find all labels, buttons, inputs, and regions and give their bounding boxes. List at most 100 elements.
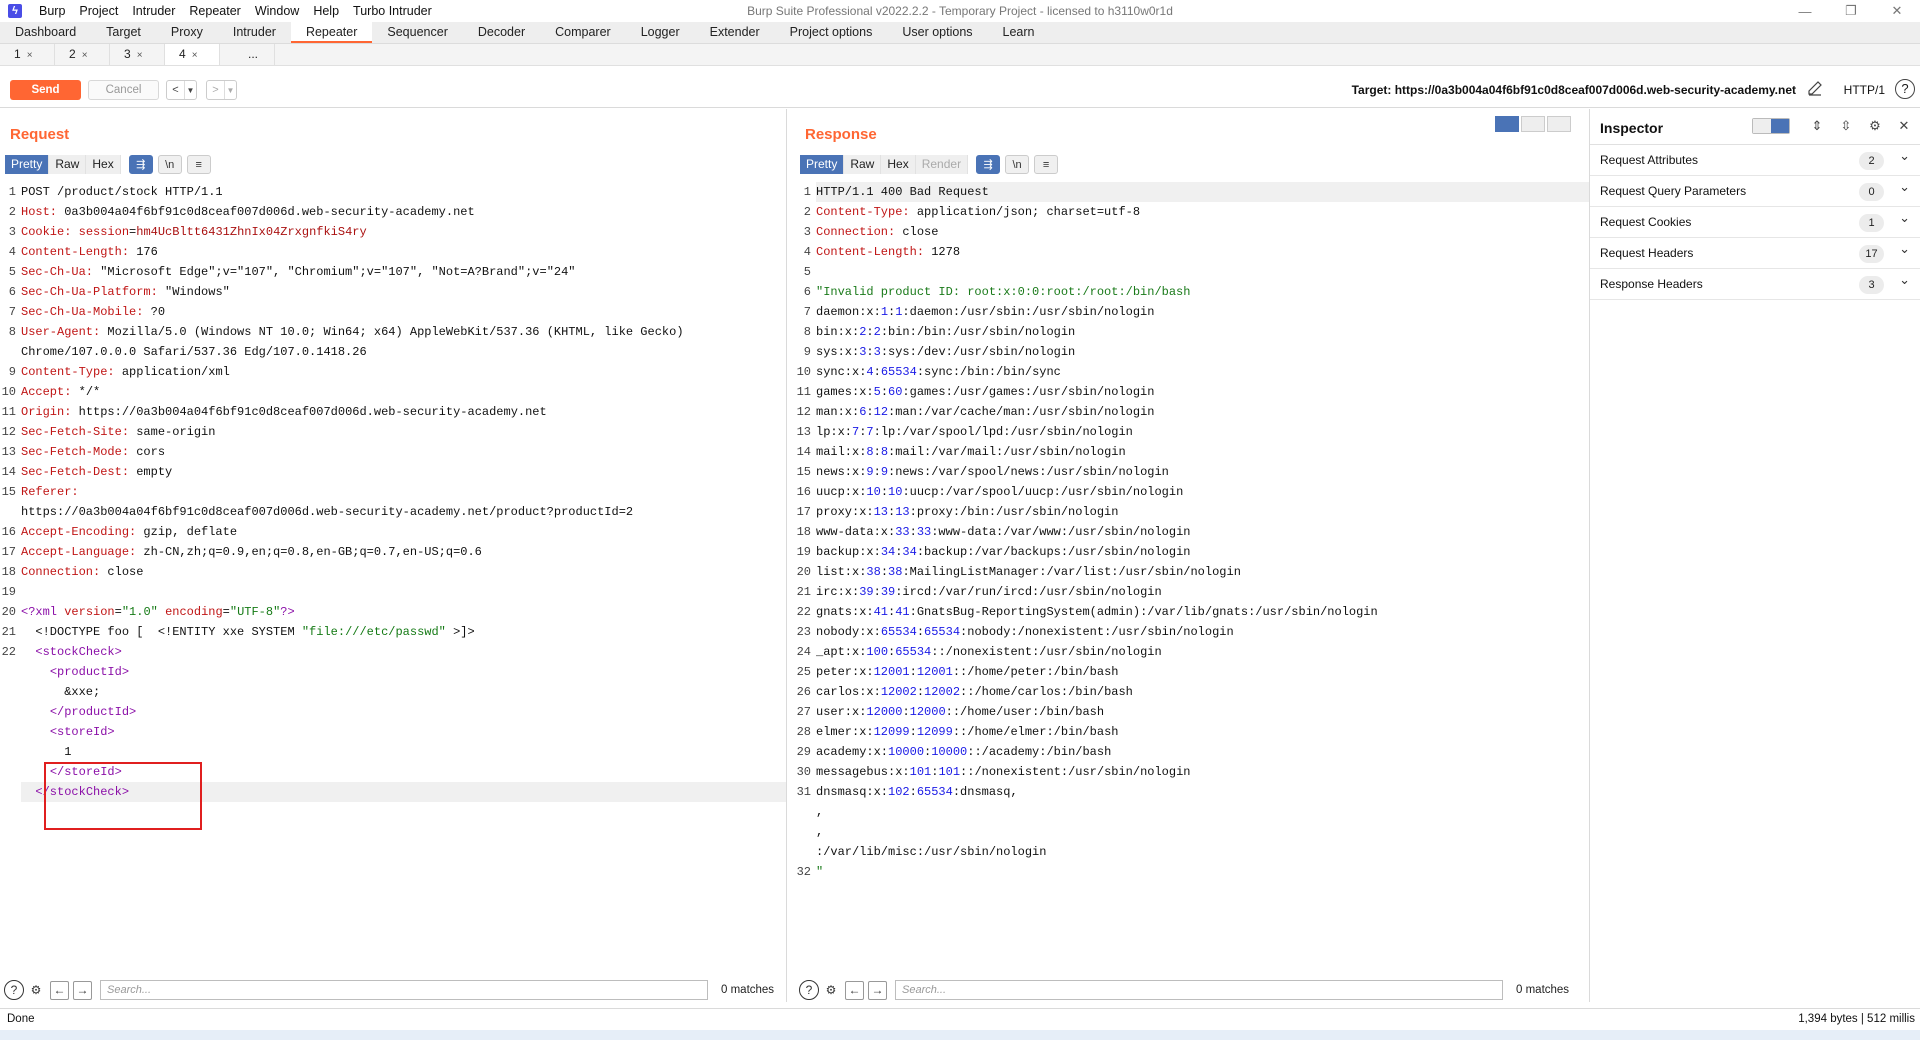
request-search-input[interactable]: Search... <box>100 980 708 1000</box>
maximize-icon[interactable]: ❐ <box>1828 0 1874 22</box>
arrow-right-icon[interactable]: > <box>207 81 224 99</box>
tab-project-options[interactable]: Project options <box>775 22 888 43</box>
arrow-left-icon[interactable]: ← <box>50 980 69 1000</box>
request-search-bar: ? ⚙ ← → Search... 0 matches <box>0 978 786 1002</box>
request-editor[interactable]: 1 POST /product/stock HTTP/1.1 2 Host: 0a3b… <box>0 182 786 802</box>
tab-extender[interactable]: Extender <box>695 22 775 43</box>
edit-pencil-icon[interactable] <box>1806 80 1824 98</box>
expand-all-icon[interactable]: ⇕ <box>1807 117 1827 135</box>
cancel-button[interactable]: Cancel <box>88 80 159 100</box>
layout-switch[interactable] <box>1493 116 1571 132</box>
help-icon[interactable]: ? <box>4 980 24 1000</box>
newline-icon[interactable]: \n <box>1005 155 1030 174</box>
response-view-hex[interactable]: Hex <box>881 155 916 174</box>
layout-list-icon[interactable] <box>1753 119 1771 133</box>
inspector-section-request-attributes[interactable]: Request Attributes 2 ⌄ <box>1590 145 1920 176</box>
response-view-render[interactable]: Render <box>915 155 969 174</box>
tab-sequencer[interactable]: Sequencer <box>372 22 462 43</box>
request-line: 15 Referer: <box>0 482 786 502</box>
arrow-right-icon[interactable]: → <box>868 980 887 1000</box>
request-view-pretty[interactable]: Pretty <box>5 155 50 174</box>
help-icon[interactable]: ? <box>1895 79 1915 99</box>
menu-item-burp[interactable]: Burp <box>32 4 72 18</box>
tab-comparer[interactable]: Comparer <box>540 22 626 43</box>
repeater-tab-label: 2 <box>69 47 76 61</box>
tabs-layout-icon[interactable] <box>1547 116 1571 132</box>
close-tab-icon[interactable]: × <box>192 50 198 61</box>
send-button[interactable]: Send <box>10 80 81 100</box>
history-back-group[interactable]: < ▼ <box>166 80 197 100</box>
repeater-tab-2[interactable]: 2 × <box>55 44 110 65</box>
settings-gear-icon[interactable]: ⚙ <box>26 980 46 1000</box>
tab-learn[interactable]: Learn <box>988 22 1050 43</box>
repeater-tab-1[interactable]: 1 × <box>0 44 55 65</box>
passwd-text: :daemon:/usr/sbin:/usr/sbin/nologin <box>902 305 1155 319</box>
tab-decoder[interactable]: Decoder <box>463 22 540 43</box>
chevron-down-icon[interactable]: ▼ <box>224 81 236 99</box>
xml-tag: <stockCheck> <box>35 645 122 659</box>
newline-icon[interactable]: \n <box>157 155 182 174</box>
menu-item-turbo-intruder[interactable]: Turbo Intruder <box>346 4 439 18</box>
chevron-down-icon[interactable]: ⌄ <box>1899 179 1910 195</box>
menu-icon[interactable]: ≡ <box>1034 155 1059 174</box>
close-tab-icon[interactable]: × <box>137 50 143 61</box>
close-icon[interactable]: ✕ <box>1874 0 1920 22</box>
minimize-icon[interactable]: — <box>1782 0 1828 22</box>
arrow-left-icon[interactable]: < <box>167 81 184 99</box>
chevron-down-icon[interactable]: ▼ <box>184 81 196 99</box>
settings-gear-icon[interactable]: ⚙ <box>821 980 841 1000</box>
line-content: Sec-Ch-Ua: "Microsoft Edge";v="107", "Ch… <box>21 262 786 282</box>
http-version[interactable]: HTTP/1 <box>1844 83 1885 97</box>
vertical-layout-icon[interactable] <box>1521 116 1545 132</box>
response-view-pretty[interactable]: Pretty <box>800 155 845 174</box>
tab-target[interactable]: Target <box>91 22 156 43</box>
chevron-down-icon[interactable]: ⌄ <box>1899 210 1910 226</box>
collapse-all-icon[interactable]: ⇳ <box>1836 117 1856 135</box>
inspector-section-request-cookies[interactable]: Request Cookies 1 ⌄ <box>1590 207 1920 238</box>
help-icon[interactable]: ? <box>799 980 819 1000</box>
tab-intruder[interactable]: Intruder <box>218 22 291 43</box>
response-search-input[interactable]: Search... <box>895 980 1503 1000</box>
repeater-tab-3[interactable]: 3 × <box>110 44 165 65</box>
layout-columns-icon[interactable] <box>1771 119 1789 133</box>
pane-splitter[interactable] <box>788 109 795 1002</box>
repeater-tab-4[interactable]: 4 × <box>165 44 220 65</box>
code-token: Chrome/107.0.0.0 Safari/537.36 Edg/107.0… <box>21 345 367 359</box>
inspector-layout-toggle[interactable] <box>1752 118 1790 134</box>
side-by-side-layout-icon[interactable] <box>1495 116 1519 132</box>
response-line: 32 " <box>795 862 1589 882</box>
arrow-right-icon[interactable]: → <box>73 980 92 1000</box>
repeater-tab-5[interactable]: ... <box>220 44 275 65</box>
menu-item-help[interactable]: Help <box>306 4 346 18</box>
request-view-raw[interactable]: Raw <box>49 155 87 174</box>
chevron-down-icon[interactable]: ⌄ <box>1899 241 1910 257</box>
header-name: User-Agent: <box>21 325 101 339</box>
menu-item-intruder[interactable]: Intruder <box>125 4 182 18</box>
wrap-icon[interactable]: ⇶ <box>976 155 1001 174</box>
settings-gear-icon[interactable]: ⚙ <box>1865 117 1885 135</box>
response-editor[interactable]: 1 HTTP/1.1 400 Bad Request 2 Content-Type: … <box>795 182 1589 882</box>
response-view-raw[interactable]: Raw <box>844 155 882 174</box>
tab-logger[interactable]: Logger <box>626 22 695 43</box>
tab-user-options[interactable]: User options <box>887 22 987 43</box>
inspector-section-response-headers[interactable]: Response Headers 3 ⌄ <box>1590 269 1920 300</box>
close-tab-icon[interactable]: × <box>27 50 33 61</box>
menu-item-repeater[interactable]: Repeater <box>182 4 247 18</box>
wrap-icon[interactable]: ⇶ <box>128 155 153 174</box>
close-icon[interactable]: ✕ <box>1894 117 1914 135</box>
request-view-hex[interactable]: Hex <box>86 155 121 174</box>
close-tab-icon[interactable]: × <box>82 50 88 61</box>
tab-dashboard[interactable]: Dashboard <box>0 22 91 43</box>
menu-icon[interactable]: ≡ <box>186 155 211 174</box>
chevron-down-icon[interactable]: ⌄ <box>1899 148 1910 164</box>
history-forward-group[interactable]: > ▼ <box>206 80 237 100</box>
tab-repeater[interactable]: Repeater <box>290 22 373 43</box>
tab-proxy[interactable]: Proxy <box>156 22 218 43</box>
menu-item-window[interactable]: Window <box>248 4 306 18</box>
menu-item-project[interactable]: Project <box>72 4 125 18</box>
arrow-left-icon[interactable]: ← <box>845 980 864 1000</box>
header-name: Connection: <box>21 565 101 579</box>
inspector-section-request-query-parameters[interactable]: Request Query Parameters 0 ⌄ <box>1590 176 1920 207</box>
inspector-section-request-headers[interactable]: Request Headers 17 ⌄ <box>1590 238 1920 269</box>
chevron-down-icon[interactable]: ⌄ <box>1899 272 1910 288</box>
